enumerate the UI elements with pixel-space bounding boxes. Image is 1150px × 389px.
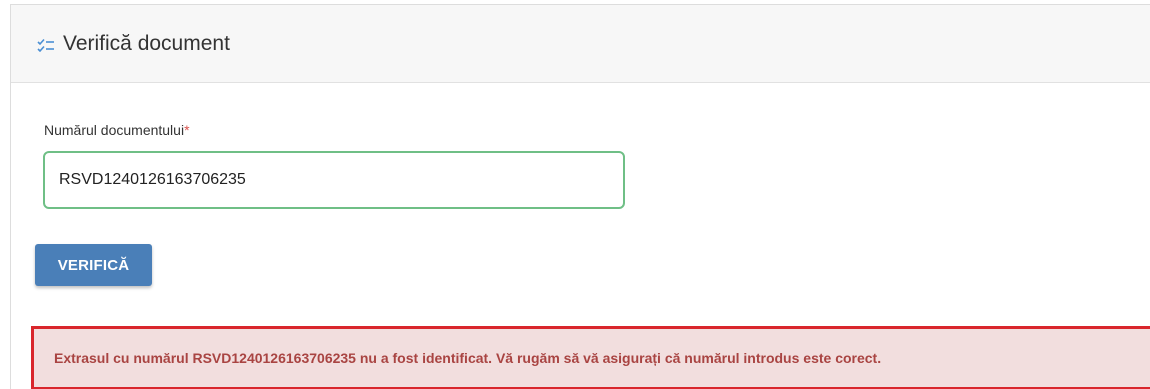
page: Verifică document Numărul documentului* … <box>0 0 1150 389</box>
required-marker: * <box>184 122 190 138</box>
document-number-input[interactable] <box>43 151 625 209</box>
document-number-label-text: Numărul documentului <box>44 122 185 138</box>
card-header: Verifică document <box>11 5 1150 83</box>
checklist-icon <box>37 38 55 52</box>
document-number-label: Numărul documentului* <box>44 122 190 138</box>
error-message: Extrasul cu numărul RSVD1240126163706235… <box>54 350 882 366</box>
verify-card: Verifică document Numărul documentului* … <box>10 4 1150 389</box>
error-alert: Extrasul cu numărul RSVD1240126163706235… <box>31 326 1150 389</box>
page-title: Verifică document <box>63 31 230 55</box>
verify-button[interactable]: VERIFICĂ <box>35 244 152 286</box>
